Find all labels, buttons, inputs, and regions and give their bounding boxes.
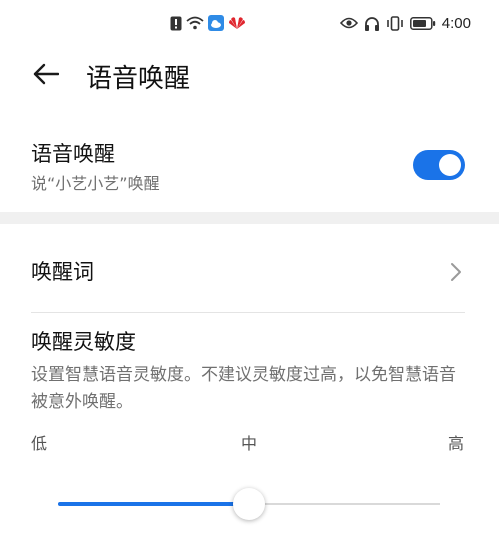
slider-fill xyxy=(58,502,249,506)
weather-app-icon xyxy=(208,15,224,31)
battery-icon xyxy=(409,16,436,30)
app-header: 语音唤醒 xyxy=(0,46,499,106)
sensitivity-description: 设置智慧语音灵敏度。不建议灵敏度过高，以免智慧语音被意外唤醒。 xyxy=(31,365,456,412)
chevron-right-icon xyxy=(449,260,463,284)
alert-card-icon xyxy=(170,16,182,31)
vibrate-icon xyxy=(386,15,404,31)
wake-word-label: 唤醒词 xyxy=(31,260,94,284)
back-button[interactable] xyxy=(30,60,62,92)
page-title: 语音唤醒 xyxy=(86,64,191,94)
sensitivity-title: 唤醒灵敏度 xyxy=(31,330,136,354)
status-bar-right-icons: 4:00 xyxy=(339,13,471,33)
sensitivity-section: 唤醒灵敏度 设置智慧语音灵敏度。不建议灵敏度过高，以免智慧语音被意外唤醒。 低 … xyxy=(0,318,499,558)
status-bar-left-icons xyxy=(170,13,246,33)
arrow-left-icon xyxy=(33,63,60,89)
status-time: 4:00 xyxy=(441,14,471,32)
wake-word-row[interactable]: 唤醒词 xyxy=(0,234,499,310)
huawei-logo-icon xyxy=(228,16,246,30)
headphones-icon xyxy=(364,16,380,31)
toggle-knob xyxy=(439,154,461,176)
level-label-low: 低 xyxy=(31,434,48,453)
row-separator xyxy=(31,312,465,313)
voice-wakeup-row[interactable]: 语音唤醒 说“小艺小艺”唤醒 xyxy=(0,128,499,206)
level-label-medium: 中 xyxy=(241,434,258,453)
eye-comfort-icon xyxy=(339,17,358,29)
status-bar: 4:00 xyxy=(0,0,499,46)
sensitivity-slider[interactable] xyxy=(58,486,440,522)
voice-wakeup-toggle[interactable] xyxy=(413,150,465,180)
wifi-icon xyxy=(186,16,204,30)
slider-thumb[interactable] xyxy=(233,488,265,520)
voice-wakeup-title: 语音唤醒 xyxy=(31,142,115,166)
voice-wakeup-subtitle: 说“小艺小艺”唤醒 xyxy=(31,174,160,193)
section-divider xyxy=(0,212,499,224)
level-label-high: 高 xyxy=(448,434,465,453)
